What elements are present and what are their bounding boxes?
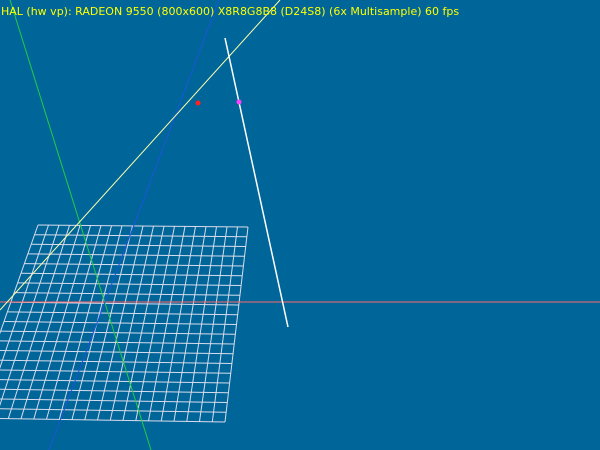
magenta-intersection-marker	[236, 99, 242, 105]
red-intersection-marker	[195, 100, 201, 106]
direct3d-viewport[interactable]: HAL (hw vp): RADEON 9550 (800x600) X8R8G…	[0, 0, 600, 450]
scene-canvas[interactable]	[0, 0, 600, 450]
